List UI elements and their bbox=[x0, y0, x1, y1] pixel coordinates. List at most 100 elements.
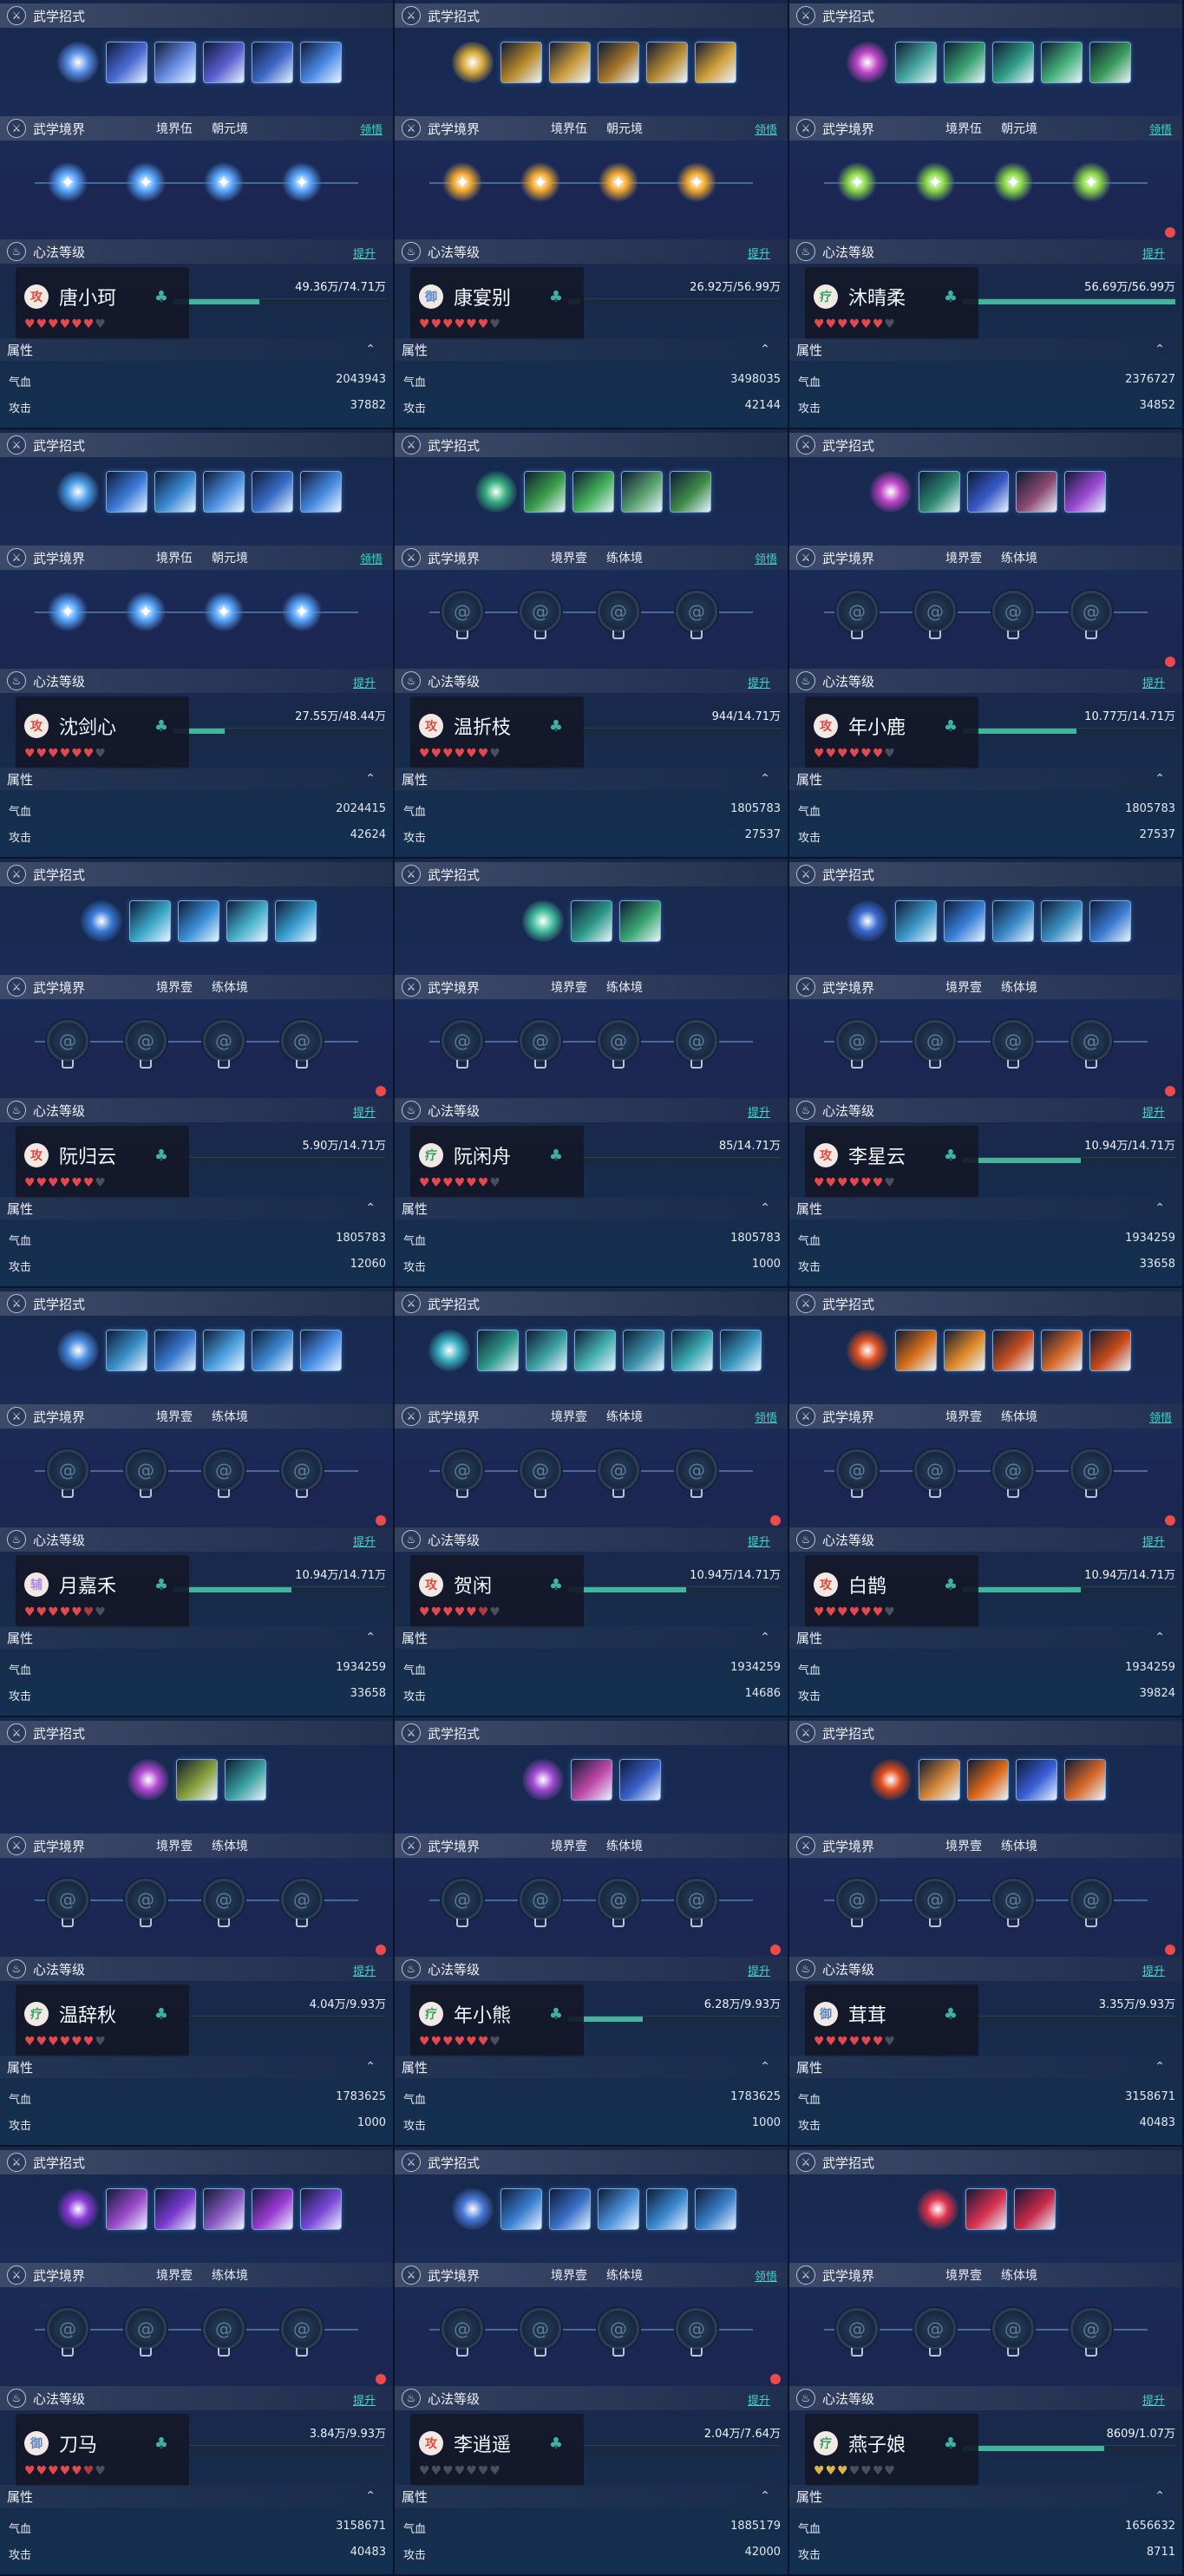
chevron-up-icon[interactable]: ⌃ bbox=[1155, 772, 1165, 786]
chevron-up-icon[interactable]: ⌃ bbox=[760, 1631, 770, 1644]
realm-node-locked[interactable]: @ bbox=[914, 2308, 956, 2350]
attributes-header[interactable]: 属性 ⌃ bbox=[0, 1626, 393, 1649]
skill-icon[interactable] bbox=[895, 1330, 937, 1371]
skill-icon[interactable] bbox=[203, 42, 245, 83]
skill-icon[interactable] bbox=[203, 2188, 245, 2230]
realm-node-locked[interactable]: @ bbox=[442, 1449, 483, 1491]
skill-icon[interactable] bbox=[1064, 471, 1106, 513]
attributes-header[interactable]: 属性 ⌃ bbox=[789, 2485, 1182, 2507]
skill-icon[interactable] bbox=[623, 1330, 664, 1371]
skill-icon[interactable] bbox=[300, 42, 342, 83]
attributes-header[interactable]: 属性 ⌃ bbox=[789, 1626, 1182, 1649]
claim-link[interactable]: 领悟 bbox=[1149, 1409, 1172, 1425]
skill-icon[interactable] bbox=[549, 2188, 591, 2230]
realm-node-active[interactable]: ✦ bbox=[125, 591, 167, 632]
skill-icon[interactable] bbox=[106, 2188, 147, 2230]
skill-icon[interactable] bbox=[226, 900, 268, 942]
skill-icon[interactable] bbox=[1014, 2188, 1056, 2230]
upgrade-link[interactable]: 提升 bbox=[748, 674, 770, 690]
skill-icon[interactable] bbox=[992, 1330, 1034, 1371]
realm-node-locked[interactable]: @ bbox=[914, 1879, 956, 1920]
claim-link[interactable]: 领悟 bbox=[755, 121, 777, 137]
realm-node-locked[interactable]: @ bbox=[442, 1020, 483, 1062]
realm-node-active[interactable]: ✦ bbox=[442, 161, 483, 203]
realm-node-locked[interactable]: @ bbox=[598, 1879, 639, 1920]
character-namecard[interactable]: 攻年小鹿 ♣ ♥♥♥♥♥♥♥ bbox=[805, 696, 978, 769]
skill-icon[interactable] bbox=[526, 1330, 567, 1371]
skill-icon[interactable] bbox=[598, 42, 639, 83]
upgrade-link[interactable]: 提升 bbox=[748, 1962, 770, 1978]
skill-icon[interactable] bbox=[571, 900, 612, 942]
realm-node-active[interactable]: ✦ bbox=[520, 161, 561, 203]
realm-node-locked[interactable]: @ bbox=[442, 1879, 483, 1920]
character-namecard[interactable]: 疗燕子娘 ♣ ♥♥♥♥♥♥♥ bbox=[805, 2414, 978, 2487]
upgrade-link[interactable]: 提升 bbox=[1142, 2391, 1165, 2408]
realm-node-locked[interactable]: @ bbox=[520, 2308, 561, 2350]
skill-icon[interactable] bbox=[1041, 900, 1083, 942]
skill-icon[interactable] bbox=[252, 1330, 293, 1371]
realm-node-locked[interactable]: @ bbox=[125, 1879, 167, 1920]
skill-icon[interactable] bbox=[252, 2188, 293, 2230]
realm-node-locked[interactable]: @ bbox=[914, 1020, 956, 1062]
character-namecard[interactable]: 攻唐小珂 ♣ ♥♥♥♥♥♥♥ bbox=[16, 267, 189, 340]
skill-icon[interactable] bbox=[225, 1759, 266, 1801]
realm-node-locked[interactable]: @ bbox=[281, 1020, 323, 1062]
realm-node-locked[interactable]: @ bbox=[992, 2308, 1034, 2350]
skill-icon[interactable] bbox=[965, 2188, 1007, 2230]
realm-node-active[interactable]: ✦ bbox=[836, 161, 878, 203]
realm-node-locked[interactable]: @ bbox=[676, 2308, 717, 2350]
skill-icon[interactable] bbox=[178, 900, 219, 942]
skill-icon[interactable] bbox=[428, 1330, 470, 1371]
realm-node-locked[interactable]: @ bbox=[598, 2308, 639, 2350]
attributes-header[interactable]: 属性 ⌃ bbox=[0, 338, 393, 361]
claim-link[interactable]: 领悟 bbox=[755, 2267, 777, 2284]
skill-icon[interactable] bbox=[106, 1330, 147, 1371]
skill-icon[interactable] bbox=[720, 1330, 762, 1371]
realm-node-locked[interactable]: @ bbox=[47, 1879, 88, 1920]
skill-icon[interactable] bbox=[1089, 42, 1131, 83]
realm-node-locked[interactable]: @ bbox=[281, 1879, 323, 1920]
realm-node-locked[interactable]: @ bbox=[676, 1449, 717, 1491]
chevron-up-icon[interactable]: ⌃ bbox=[365, 1201, 376, 1215]
skill-icon[interactable] bbox=[847, 1330, 888, 1371]
realm-node-locked[interactable]: @ bbox=[1070, 1879, 1112, 1920]
upgrade-link[interactable]: 提升 bbox=[353, 1103, 376, 1120]
realm-node-locked[interactable]: @ bbox=[520, 1449, 561, 1491]
upgrade-link[interactable]: 提升 bbox=[353, 2391, 376, 2408]
upgrade-link[interactable]: 提升 bbox=[353, 245, 376, 261]
realm-node-active[interactable]: ✦ bbox=[47, 161, 88, 203]
realm-node-active[interactable]: ✦ bbox=[125, 161, 167, 203]
chevron-up-icon[interactable]: ⌃ bbox=[365, 2489, 376, 2503]
character-namecard[interactable]: 御刀马 ♣ ♥♥♥♥♥♥♥ bbox=[16, 2414, 189, 2487]
skill-icon[interactable] bbox=[154, 1330, 196, 1371]
realm-node-locked[interactable]: @ bbox=[992, 1879, 1034, 1920]
realm-node-locked[interactable]: @ bbox=[203, 1449, 245, 1491]
character-namecard[interactable]: 疗温辞秋 ♣ ♥♥♥♥♥♥♥ bbox=[16, 1984, 189, 2057]
skill-icon[interactable] bbox=[300, 1330, 342, 1371]
chevron-up-icon[interactable]: ⌃ bbox=[1155, 2060, 1165, 2074]
skill-icon[interactable] bbox=[670, 471, 711, 513]
skill-icon[interactable] bbox=[847, 900, 888, 942]
skill-icon[interactable] bbox=[919, 1759, 960, 1801]
character-namecard[interactable]: 疗年小熊 ♣ ♥♥♥♥♥♥♥ bbox=[410, 1984, 584, 2057]
attributes-header[interactable]: 属性 ⌃ bbox=[0, 1197, 393, 1219]
skill-icon[interactable] bbox=[203, 1330, 245, 1371]
upgrade-link[interactable]: 提升 bbox=[748, 1103, 770, 1120]
character-namecard[interactable]: 辅月嘉禾 ♣ ♥♥♥♥♥♥♥ bbox=[16, 1555, 189, 1628]
character-namecard[interactable]: 攻阮归云 ♣ ♥♥♥♥♥♥♥ bbox=[16, 1126, 189, 1199]
skill-icon[interactable] bbox=[154, 42, 196, 83]
attributes-header[interactable]: 属性 ⌃ bbox=[789, 338, 1182, 361]
skill-icon[interactable] bbox=[524, 471, 566, 513]
realm-node-active[interactable]: ✦ bbox=[203, 591, 245, 632]
skill-icon[interactable] bbox=[967, 471, 1009, 513]
claim-link[interactable]: 领悟 bbox=[755, 550, 777, 566]
attributes-header[interactable]: 属性 ⌃ bbox=[395, 338, 788, 361]
chevron-up-icon[interactable]: ⌃ bbox=[1155, 343, 1165, 356]
skill-icon[interactable] bbox=[992, 900, 1034, 942]
skill-icon[interactable] bbox=[1016, 471, 1057, 513]
realm-node-locked[interactable]: @ bbox=[1070, 1020, 1112, 1062]
character-namecard[interactable]: 御茸茸 ♣ ♥♥♥♥♥♥♥ bbox=[805, 1984, 978, 2057]
skill-icon[interactable] bbox=[500, 42, 542, 83]
upgrade-link[interactable]: 提升 bbox=[748, 2391, 770, 2408]
upgrade-link[interactable]: 提升 bbox=[1142, 674, 1165, 690]
